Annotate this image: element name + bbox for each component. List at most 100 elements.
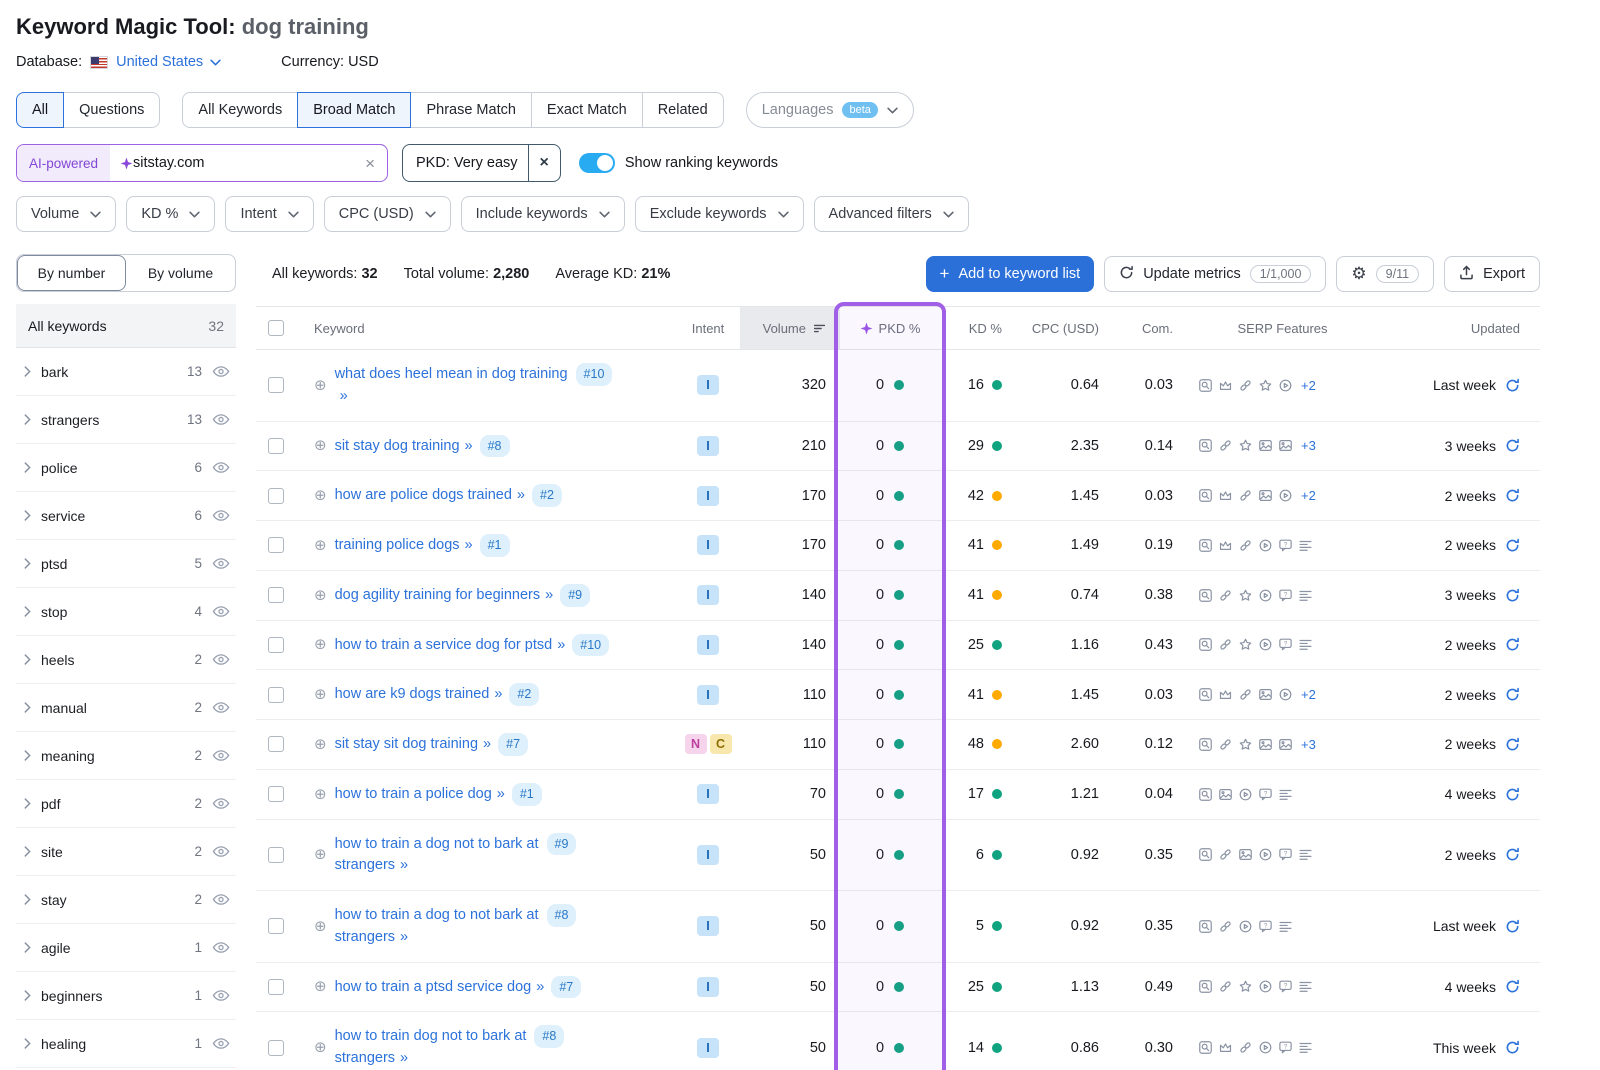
expand-plus-icon[interactable]: ⊕ bbox=[314, 919, 327, 934]
keyword-link[interactable]: training police dogs bbox=[335, 537, 460, 553]
refresh-icon[interactable] bbox=[1505, 787, 1520, 802]
by-volume-button[interactable]: By volume bbox=[126, 255, 235, 291]
eye-icon[interactable] bbox=[212, 365, 230, 378]
chevron-right-icon[interactable] bbox=[24, 1036, 31, 1052]
refresh-icon[interactable] bbox=[1505, 737, 1520, 752]
clear-search-icon[interactable]: × bbox=[353, 155, 387, 172]
group-label[interactable]: site bbox=[41, 844, 184, 860]
chevron-right-icon[interactable] bbox=[24, 700, 31, 716]
refresh-icon[interactable] bbox=[1505, 1040, 1520, 1055]
refresh-icon[interactable] bbox=[1505, 687, 1520, 702]
all-keywords-group[interactable]: All keywords 32 bbox=[16, 304, 236, 348]
expand-arrows-icon[interactable]: » bbox=[400, 929, 407, 945]
add-to-keyword-list-button[interactable]: +Add to keyword list bbox=[926, 256, 1095, 292]
row-checkbox[interactable] bbox=[268, 786, 284, 802]
keyword-link[interactable]: what does heel mean in dog training bbox=[335, 366, 568, 382]
chevron-right-icon[interactable] bbox=[24, 988, 31, 1004]
row-checkbox[interactable] bbox=[268, 488, 284, 504]
col-updated[interactable]: Updated bbox=[1380, 307, 1540, 349]
keyword-link[interactable]: how to train a ptsd service dog bbox=[335, 979, 532, 995]
chevron-right-icon[interactable] bbox=[24, 940, 31, 956]
group-label[interactable]: pdf bbox=[41, 796, 184, 812]
expand-plus-icon[interactable]: ⊕ bbox=[314, 438, 327, 453]
database-selector[interactable]: United States bbox=[116, 54, 221, 70]
keyword-link[interactable]: how to train a service dog for ptsd bbox=[335, 637, 553, 653]
col-intent[interactable]: Intent bbox=[676, 307, 740, 349]
row-checkbox[interactable] bbox=[268, 918, 284, 934]
group-label[interactable]: stop bbox=[41, 604, 184, 620]
eye-icon[interactable] bbox=[212, 749, 230, 762]
eye-icon[interactable] bbox=[212, 413, 230, 426]
expand-arrows-icon[interactable]: » bbox=[536, 979, 543, 995]
refresh-icon[interactable] bbox=[1505, 637, 1520, 652]
refresh-icon[interactable] bbox=[1505, 378, 1520, 393]
chevron-right-icon[interactable] bbox=[24, 364, 31, 380]
intent-filter-dropdown[interactable]: Intent bbox=[225, 196, 313, 232]
eye-icon[interactable] bbox=[212, 461, 230, 474]
keyword-link[interactable]: how to train a dog not to bark at bbox=[335, 836, 539, 852]
keyword-link[interactable]: how are police dogs trained bbox=[335, 487, 512, 503]
kd-filter-dropdown[interactable]: KD % bbox=[126, 196, 215, 232]
eye-icon[interactable] bbox=[212, 845, 230, 858]
col-volume[interactable]: Volume bbox=[740, 307, 840, 349]
serp-more-count[interactable]: +2 bbox=[1301, 687, 1316, 702]
keyword-link[interactable]: dog agility training for beginners bbox=[335, 587, 541, 603]
keyword-link[interactable]: how are k9 dogs trained bbox=[335, 686, 490, 702]
expand-arrows-icon[interactable]: » bbox=[557, 637, 564, 653]
col-keyword[interactable]: Keyword bbox=[296, 307, 676, 349]
chevron-right-icon[interactable] bbox=[24, 844, 31, 860]
expand-plus-icon[interactable]: ⊕ bbox=[314, 737, 327, 752]
expand-arrows-icon[interactable]: » bbox=[494, 686, 501, 702]
pkd-filter-chip[interactable]: PKD: Very easy × bbox=[402, 144, 561, 182]
sidebar-group[interactable]: service6 bbox=[16, 492, 236, 540]
chevron-right-icon[interactable] bbox=[24, 460, 31, 476]
expand-arrows-icon[interactable]: » bbox=[483, 736, 490, 752]
tab-all[interactable]: All bbox=[16, 92, 64, 128]
sidebar-group[interactable]: meaning2 bbox=[16, 732, 236, 780]
group-label[interactable]: police bbox=[41, 460, 184, 476]
row-checkbox[interactable] bbox=[268, 537, 284, 553]
advanced-filters-dropdown[interactable]: Advanced filters bbox=[814, 196, 969, 232]
keyword-link[interactable]: strangers bbox=[335, 1050, 395, 1066]
group-label[interactable]: bark bbox=[41, 364, 177, 380]
refresh-icon[interactable] bbox=[1505, 979, 1520, 994]
keyword-link[interactable]: how to train a police dog bbox=[335, 786, 492, 802]
serp-more-count[interactable]: +2 bbox=[1301, 488, 1316, 503]
serp-more-count[interactable]: +3 bbox=[1301, 737, 1316, 752]
remove-pkd-filter-icon[interactable]: × bbox=[528, 145, 560, 181]
eye-icon[interactable] bbox=[212, 605, 230, 618]
update-metrics-button[interactable]: Update metrics1/1,000 bbox=[1104, 256, 1326, 292]
cpc-filter-dropdown[interactable]: CPC (USD) bbox=[324, 196, 451, 232]
volume-filter-dropdown[interactable]: Volume bbox=[16, 196, 116, 232]
expand-arrows-icon[interactable]: » bbox=[340, 388, 347, 404]
row-checkbox[interactable] bbox=[268, 979, 284, 995]
eye-icon[interactable] bbox=[212, 893, 230, 906]
chevron-right-icon[interactable] bbox=[24, 748, 31, 764]
tab-questions[interactable]: Questions bbox=[63, 92, 160, 128]
keyword-link[interactable]: how to train dog not to bark at bbox=[335, 1028, 527, 1044]
expand-plus-icon[interactable]: ⊕ bbox=[314, 687, 327, 702]
eye-icon[interactable] bbox=[212, 557, 230, 570]
tab-broad-match[interactable]: Broad Match bbox=[297, 92, 411, 128]
chevron-right-icon[interactable] bbox=[24, 892, 31, 908]
serp-more-count[interactable]: +2 bbox=[1301, 378, 1316, 393]
expand-arrows-icon[interactable]: » bbox=[465, 438, 472, 454]
sidebar-group[interactable]: police6 bbox=[16, 444, 236, 492]
row-checkbox[interactable] bbox=[268, 847, 284, 863]
expand-plus-icon[interactable]: ⊕ bbox=[314, 787, 327, 802]
row-checkbox[interactable] bbox=[268, 736, 284, 752]
expand-plus-icon[interactable]: ⊕ bbox=[314, 588, 327, 603]
row-checkbox[interactable] bbox=[268, 1040, 284, 1056]
expand-arrows-icon[interactable]: » bbox=[465, 537, 472, 553]
col-pkd[interactable]: PKD % bbox=[840, 307, 940, 349]
sidebar-group[interactable]: pdf2 bbox=[16, 780, 236, 828]
sidebar-group[interactable]: manual2 bbox=[16, 684, 236, 732]
eye-icon[interactable] bbox=[212, 797, 230, 810]
refresh-icon[interactable] bbox=[1505, 588, 1520, 603]
group-label[interactable]: meaning bbox=[41, 748, 184, 764]
eye-icon[interactable] bbox=[212, 701, 230, 714]
expand-arrows-icon[interactable]: » bbox=[400, 1050, 407, 1066]
eye-icon[interactable] bbox=[212, 653, 230, 666]
refresh-icon[interactable] bbox=[1505, 488, 1520, 503]
expand-plus-icon[interactable]: ⊕ bbox=[314, 637, 327, 652]
